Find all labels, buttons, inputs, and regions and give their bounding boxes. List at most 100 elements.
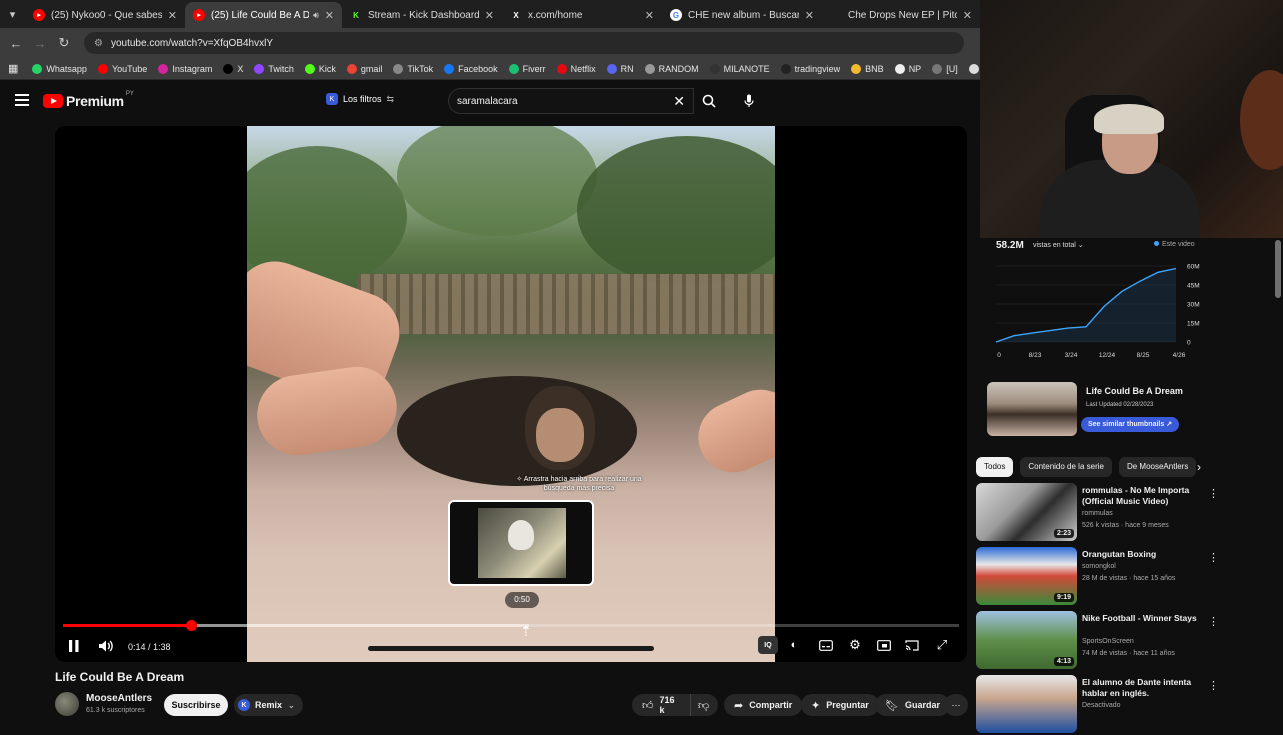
bookmark-tiktok[interactable]: TikTok [393, 63, 433, 74]
channel-name[interactable]: MooseAntlers [86, 693, 152, 704]
bookmark-x[interactable]: X [223, 63, 243, 74]
youtube-premium-logo[interactable]: Premium PY [43, 91, 134, 109]
site-info-icon[interactable]: ⚙ [94, 38, 103, 49]
channel-name[interactable]: Desactivado [1082, 702, 1121, 709]
video-title[interactable]: Orangutan Boxing [1082, 549, 1197, 560]
browser-tab[interactable]: Xx.com/home ✕ [502, 2, 662, 28]
close-tab-icon[interactable]: ✕ [325, 9, 334, 22]
filters-button[interactable]: K Los filtros ⇆ [326, 93, 394, 105]
reload-icon[interactable]: ↻ [52, 35, 76, 51]
browser-tab[interactable]: G CHE new album - Buscar con G ✕ [662, 2, 822, 28]
settings-button[interactable]: ⚙ [845, 636, 865, 654]
like-button[interactable]: 👍︎ 716 k [632, 694, 690, 716]
scrollbar-thumb[interactable] [1275, 240, 1281, 298]
browser-tab[interactable]: ▸ (25) Nykoo0 - Que sabes de am ✕ [25, 2, 185, 28]
dislike-button[interactable]: 👎︎ [690, 694, 718, 716]
miniplayer-button[interactable] [874, 636, 894, 654]
bookmark-gmail[interactable]: gmail [346, 63, 382, 74]
channel-name[interactable]: somongkol [1082, 563, 1116, 570]
recommended-video[interactable]: 4:13 Nike Football - Winner Stays SportsOn… [976, 611, 1219, 671]
video-title[interactable]: El alumno de Dante intenta hablar en ing… [1082, 677, 1197, 699]
bookmark-youtube[interactable]: YouTube [97, 63, 147, 74]
close-tab-icon[interactable]: ✕ [168, 9, 177, 22]
search-button[interactable] [694, 88, 724, 114]
clear-search-icon[interactable]: ✕ [673, 93, 685, 110]
kagi-player-button[interactable]: IQ [758, 636, 778, 654]
filter-chip[interactable]: Todos [976, 457, 1014, 477]
more-vertical-icon[interactable]: ⋮ [1208, 487, 1219, 500]
back-icon[interactable]: ← [4, 36, 28, 51]
ask-button[interactable]: ✦ Preguntar [801, 694, 879, 716]
video-title[interactable]: Nike Football - Winner Stays [1082, 613, 1197, 624]
similar-thumbnail[interactable] [987, 382, 1077, 436]
views-label: vistas en total [1033, 242, 1076, 249]
scrubber-handle[interactable] [186, 620, 198, 631]
close-tab-icon[interactable]: ✕ [805, 9, 814, 22]
bookmark-instagram[interactable]: Instagram [158, 63, 212, 74]
more-vertical-icon[interactable]: ⋮ [1208, 615, 1219, 628]
close-tab-icon[interactable]: ✕ [485, 9, 494, 22]
bookmark-twitch[interactable]: Twitch [254, 63, 294, 74]
video-player[interactable]: ✧ Arrastra hacia arriba para realizar un… [55, 126, 967, 662]
video-thumbnail[interactable]: 4:13 [976, 611, 1077, 669]
address-bar[interactable]: ⚙ youtube.com/watch?v=XfqOB4hvxlY [84, 32, 964, 54]
see-similar-thumbnails-button[interactable]: See similar thumbnails ↗ [1081, 417, 1180, 432]
channel-name[interactable]: rommulas [1082, 510, 1113, 517]
forward-icon[interactable]: → [28, 36, 52, 51]
bookmark-u[interactable]: [U] [932, 63, 958, 74]
video-thumbnail[interactable]: 2:23 [976, 483, 1077, 541]
bookmark-facebook[interactable]: Facebook [444, 63, 498, 74]
close-tab-icon[interactable]: ✕ [645, 9, 654, 22]
bookmark-np[interactable]: NP [894, 63, 921, 74]
recommended-video[interactable]: El alumno de Dante intenta hablar en ing… [976, 675, 1219, 735]
views-dropdown[interactable]: vistas en total ⌄ [1033, 241, 1084, 249]
autoplay-toggle[interactable]: ◐ [784, 636, 804, 654]
progress-bar[interactable] [63, 620, 959, 631]
browser-tab[interactable]: K Stream - Kick Dashboard ✕ [342, 2, 502, 28]
volume-icon [99, 640, 113, 651]
cast-button[interactable] [902, 636, 922, 654]
close-tab-icon[interactable]: ✕ [963, 9, 972, 22]
filter-chip[interactable]: Contenido de la serie [1020, 457, 1112, 477]
bookmark-bnb[interactable]: BNB [851, 63, 884, 74]
speaker-icon[interactable]: 🔊︎ [313, 10, 319, 21]
bookmark-label: Twitch [268, 63, 294, 74]
save-button[interactable]: 🔖︎ Guardar [875, 694, 950, 716]
bookmark-rn[interactable]: RN [606, 63, 634, 74]
volume-button[interactable] [99, 640, 114, 655]
more-vertical-icon[interactable]: ⋮ [1208, 679, 1219, 692]
recommended-video[interactable]: 2:23 rommulas - No Me Importa (Official M… [976, 483, 1219, 543]
video-title[interactable]: rommulas - No Me Importa (Official Music… [1082, 485, 1197, 507]
bookmark-milanote[interactable]: MILANOTE [709, 63, 770, 74]
subtitles-button[interactable] [816, 636, 836, 654]
bookmark-label: tradingview [794, 63, 841, 74]
bookmark-kick[interactable]: Kick [304, 63, 336, 74]
bookmark-tradingview[interactable]: tradingview [780, 63, 841, 74]
pause-button[interactable] [69, 639, 79, 655]
recommended-video[interactable]: 9:19 Orangutan Boxing somongkol 28 M de vis… [976, 547, 1219, 607]
played-bar [63, 624, 192, 627]
bookmark-random[interactable]: RANDOM [644, 63, 699, 74]
filter-chip[interactable]: De MooseAntlers [1118, 457, 1197, 477]
video-thumbnail[interactable] [976, 675, 1077, 733]
more-actions-button[interactable]: ⋯ [944, 694, 968, 716]
bookmark-netflix[interactable]: Netflix [556, 63, 596, 74]
menu-icon[interactable] [15, 94, 29, 106]
channel-name[interactable]: SportsOnScreen [1082, 638, 1134, 645]
more-vertical-icon[interactable]: ⋮ [1208, 551, 1219, 564]
share-button[interactable]: ➦ Compartir [724, 694, 803, 716]
bookmark-whatsapp[interactable]: Whatsapp [32, 63, 87, 74]
voice-search-button[interactable] [736, 88, 762, 114]
apps-icon[interactable]: ▦ [8, 62, 18, 75]
fullscreen-button[interactable]: ⤢ [932, 636, 952, 654]
subscribe-button[interactable]: Suscribirse [164, 694, 228, 716]
browser-tab[interactable]: Che Drops New EP | Pitchfork ✕ [822, 2, 980, 28]
bookmark-fiverr[interactable]: Fiverr [508, 63, 546, 74]
tab-search-button[interactable]: ▾ [0, 0, 25, 28]
browser-tab[interactable]: ▸ (25) Life Could Be A Dream🔊︎ ✕ [185, 2, 342, 28]
search-input[interactable]: saramalacara ✕ [448, 88, 694, 114]
channel-avatar[interactable] [55, 692, 79, 716]
video-thumbnail[interactable]: 9:19 [976, 547, 1077, 605]
remix-button[interactable]: K Remix ⌄ [234, 694, 303, 716]
chevron-right-icon[interactable]: › [1197, 460, 1201, 474]
